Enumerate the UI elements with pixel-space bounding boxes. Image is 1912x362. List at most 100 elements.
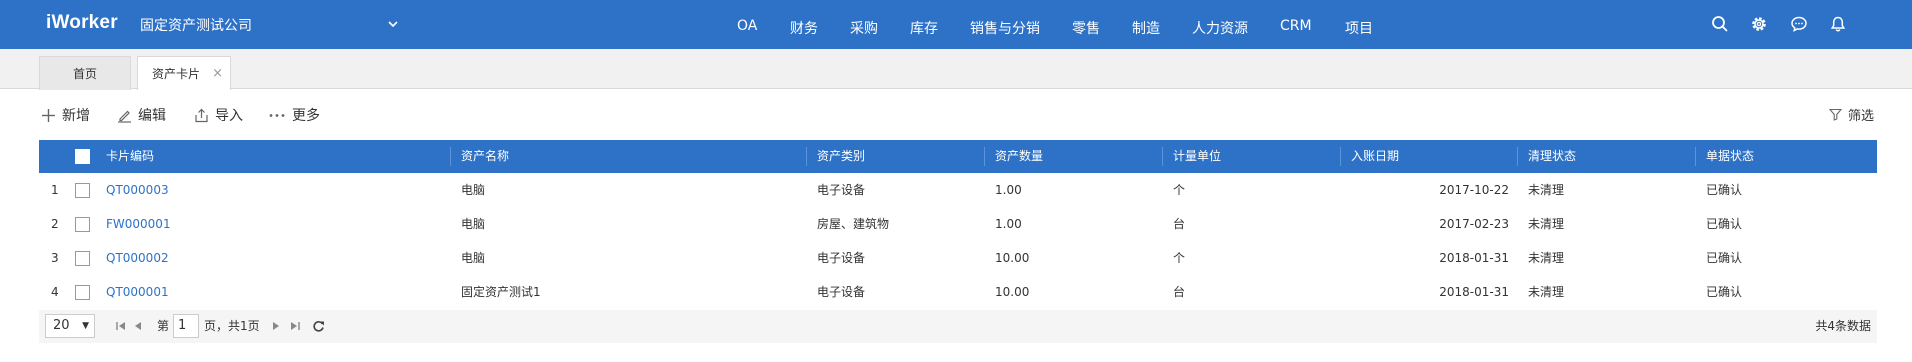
column-header-asset-quantity[interactable]: 资产数量 — [995, 140, 1043, 173]
import-icon — [195, 108, 208, 122]
import-button-label: 导入 — [215, 108, 243, 124]
menu-item-finance[interactable]: 财务 — [790, 18, 818, 38]
column-divider[interactable] — [806, 147, 807, 166]
entry-date-cell: 2018-01-31 — [1439, 251, 1509, 265]
column-header-asset-category[interactable]: 资产类别 — [817, 140, 865, 173]
chat-bubble-icon[interactable] — [1788, 13, 1810, 35]
import-button[interactable]: 导入 — [194, 105, 243, 125]
doc-status-cell: 已确认 — [1706, 183, 1743, 197]
first-page-icon[interactable] — [115, 320, 127, 332]
menu-item-sales[interactable]: 销售与分销 — [970, 18, 1040, 38]
menu-item-oa[interactable]: OA — [737, 18, 757, 34]
caret-down-icon: ▼ — [82, 321, 89, 331]
column-header-card-code[interactable]: 卡片编码 — [106, 140, 154, 173]
asset-name-cell: 电脑 — [461, 217, 486, 231]
menu-item-hr[interactable]: 人力资源 — [1192, 18, 1248, 38]
column-header-unit[interactable]: 计量单位 — [1173, 140, 1221, 173]
card-code-link[interactable]: FW000001 — [106, 207, 171, 241]
page-number-input[interactable]: 1 — [173, 314, 199, 338]
company-selector-label[interactable]: 固定资产测试公司 — [140, 15, 252, 35]
menu-item-retail[interactable]: 零售 — [1072, 18, 1100, 38]
menu-item-manufacturing[interactable]: 制造 — [1132, 18, 1160, 38]
table-row[interactable]: 3 QT000002 电脑 电子设备 10.00 个 2018-01-31 未清… — [39, 241, 1877, 275]
edit-button[interactable]: 编辑 — [117, 105, 166, 125]
card-code-link[interactable]: QT000002 — [106, 241, 169, 275]
asset-quantity-cell: 10.00 — [995, 251, 1030, 265]
column-divider[interactable] — [1162, 147, 1163, 166]
page-label-prefix: 第 — [157, 319, 170, 333]
table-row[interactable]: 2 FW000001 电脑 房屋、建筑物 1.00 台 2017-02-23 未… — [39, 207, 1877, 241]
asset-category-cell: 电子设备 — [817, 251, 866, 265]
tab-asset-card-label: 资产卡片 — [151, 67, 200, 81]
top-navigation-bar: iWorker 固定资产测试公司 OA 财务 采购 库存 销售与分销 零售 制造… — [0, 0, 1912, 49]
asset-category-cell: 房屋、建筑物 — [817, 217, 890, 231]
select-all-checkbox[interactable] — [75, 149, 90, 164]
settings-gear-icon[interactable] — [1748, 13, 1770, 35]
column-divider[interactable] — [1340, 147, 1341, 166]
row-checkbox[interactable] — [75, 251, 90, 266]
unit-cell: 个 — [1173, 183, 1186, 197]
doc-status-cell: 已确认 — [1706, 217, 1743, 231]
tab-home[interactable]: 首页 — [39, 56, 131, 90]
row-number: 2 — [51, 217, 59, 231]
menu-item-crm[interactable]: CRM — [1280, 18, 1312, 34]
notification-bell-icon[interactable] — [1827, 13, 1849, 35]
close-icon[interactable]: × — [212, 66, 223, 81]
previous-page-icon[interactable] — [132, 320, 144, 332]
asset-category-cell: 电子设备 — [817, 183, 866, 197]
chevron-down-icon[interactable] — [386, 17, 400, 31]
asset-name-cell: 固定资产测试1 — [461, 285, 541, 299]
more-button-label: 更多 — [292, 108, 320, 124]
menu-item-purchase[interactable]: 采购 — [850, 18, 878, 38]
entry-date-cell: 2017-10-22 — [1439, 183, 1509, 197]
filter-button[interactable]: 筛选 — [1829, 105, 1874, 124]
row-checkbox[interactable] — [75, 183, 90, 198]
column-divider[interactable] — [1517, 147, 1518, 166]
plus-icon — [42, 108, 55, 122]
row-number: 4 — [51, 285, 59, 299]
edit-button-label: 编辑 — [138, 108, 166, 124]
column-divider[interactable] — [450, 147, 451, 166]
row-checkbox[interactable] — [75, 217, 90, 232]
table-row[interactable]: 1 QT000003 电脑 电子设备 1.00 个 2017-10-22 未清理… — [39, 173, 1877, 207]
entry-date-cell: 2018-01-31 — [1439, 285, 1509, 299]
page-label-suffix: 页，共1页 — [204, 319, 260, 333]
row-checkbox[interactable] — [75, 285, 90, 300]
unit-cell: 个 — [1173, 251, 1186, 265]
clear-status-cell: 未清理 — [1528, 217, 1565, 231]
column-header-doc-status[interactable]: 单据状态 — [1706, 140, 1754, 173]
table-header: 卡片编码 资产名称 资产类别 资产数量 计量单位 入账日期 清理状态 单据状态 — [39, 140, 1877, 173]
menu-item-inventory[interactable]: 库存 — [910, 18, 938, 38]
page-size-select[interactable]: 20 ▼ — [45, 314, 95, 338]
column-divider[interactable] — [1695, 147, 1696, 166]
clear-status-cell: 未清理 — [1528, 251, 1565, 265]
next-page-icon[interactable] — [270, 320, 282, 332]
tab-home-label: 首页 — [72, 67, 97, 81]
row-number: 1 — [51, 183, 59, 197]
table-row[interactable]: 4 QT000001 固定资产测试1 电子设备 10.00 台 2018-01-… — [39, 275, 1877, 309]
column-header-entry-date[interactable]: 入账日期 — [1351, 140, 1399, 173]
app-logo[interactable]: iWorker — [46, 12, 118, 34]
page-size-value: 20 — [53, 318, 70, 333]
doc-status-cell: 已确认 — [1706, 251, 1743, 265]
more-button[interactable]: 更多 — [268, 105, 320, 125]
card-code-link[interactable]: QT000003 — [106, 173, 169, 207]
asset-quantity-cell: 1.00 — [995, 217, 1022, 231]
refresh-icon[interactable] — [312, 320, 325, 333]
asset-quantity-cell: 1.00 — [995, 183, 1022, 197]
asset-name-cell: 电脑 — [461, 251, 486, 265]
add-button[interactable]: 新增 — [41, 105, 90, 125]
card-code-link[interactable]: QT000001 — [106, 275, 169, 309]
column-header-asset-name[interactable]: 资产名称 — [461, 140, 509, 173]
asset-category-cell: 电子设备 — [817, 285, 866, 299]
clear-status-cell: 未清理 — [1528, 183, 1565, 197]
search-icon[interactable] — [1709, 13, 1731, 35]
entry-date-cell: 2017-02-23 — [1439, 217, 1509, 231]
column-header-clear-status[interactable]: 清理状态 — [1528, 140, 1576, 173]
tab-asset-card[interactable]: 资产卡片 × — [137, 56, 231, 90]
last-page-icon[interactable] — [289, 320, 301, 332]
column-divider[interactable] — [984, 147, 985, 166]
menu-item-project[interactable]: 项目 — [1345, 18, 1373, 38]
filter-funnel-icon — [1829, 108, 1842, 121]
doc-status-cell: 已确认 — [1706, 285, 1743, 299]
